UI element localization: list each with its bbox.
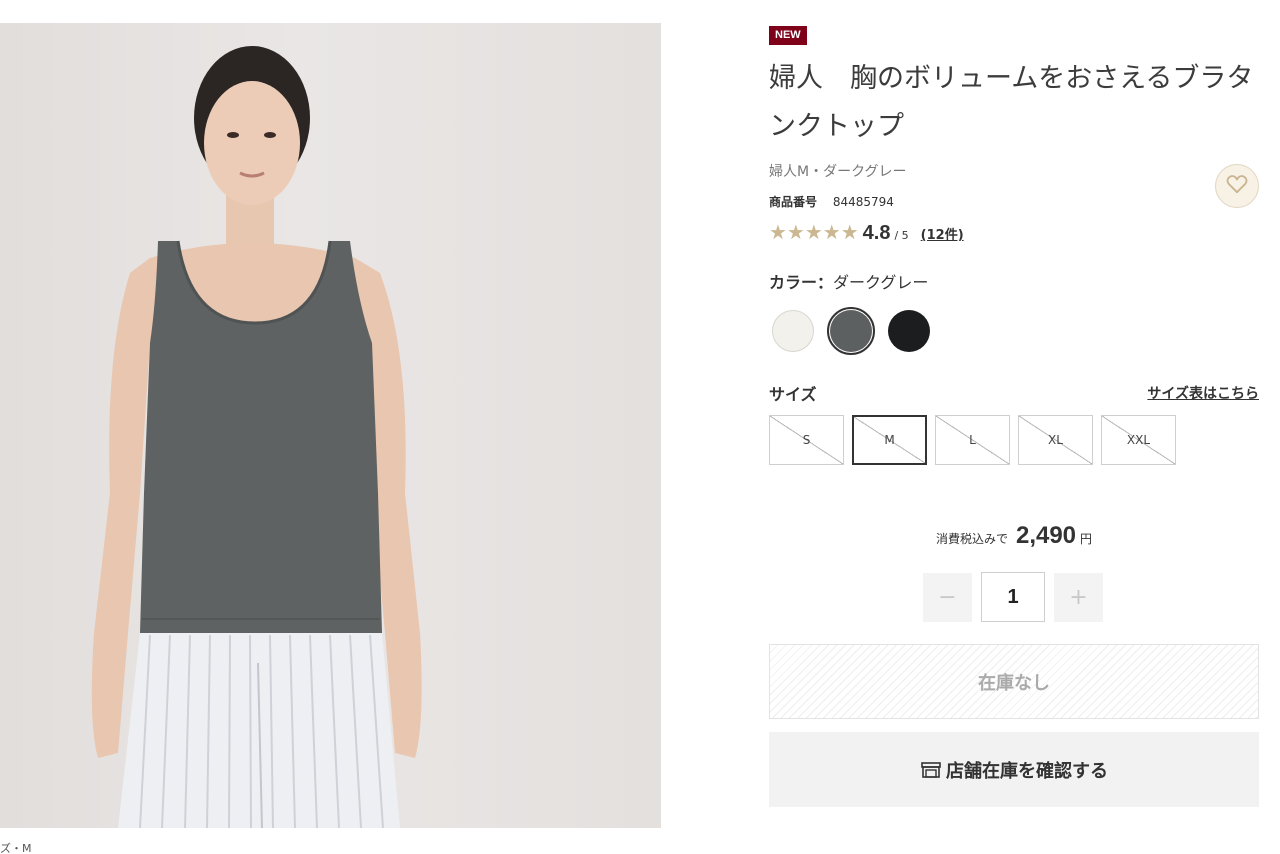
check-store-stock-button[interactable]: 店舗在庫を確認する	[769, 732, 1259, 807]
out-of-stock-button[interactable]: 在庫なし	[769, 644, 1259, 719]
favorite-button[interactable]	[1215, 164, 1259, 208]
check-store-stock-label: 店舗在庫を確認する	[946, 760, 1108, 782]
size-option-l[interactable]: L	[935, 415, 1010, 465]
photo-size-caption: ズ・M	[0, 842, 32, 854]
variant-text: 婦人M・ダークグレー	[769, 164, 907, 180]
swatch-dot	[830, 310, 872, 352]
color-swatch-white[interactable]	[769, 307, 817, 355]
product-code: 商品番号 84485794	[769, 193, 1259, 210]
size-options: S M L XL XXL	[769, 415, 1184, 465]
price: 消費税込みで 2,490 円	[769, 522, 1259, 550]
product-title: 婦人 胸のボリュームをおさえるブラタンクトップ	[769, 63, 1254, 142]
color-swatches	[769, 307, 943, 355]
quantity-input[interactable]	[981, 572, 1045, 622]
swatch-dot	[772, 310, 814, 352]
quantity-decrease-button[interactable]: −	[923, 572, 972, 622]
selected-color-name: ダークグレー	[833, 273, 929, 292]
quantity-stepper: − +	[923, 572, 1103, 622]
size-option-xl[interactable]: XL	[1018, 415, 1093, 465]
model-illustration	[91, 46, 422, 828]
price-prefix: 消費税込みで	[935, 532, 1008, 546]
quantity-increase-button[interactable]: +	[1054, 572, 1103, 622]
rating: ★★★★★ 4.8 / 5 (12件)	[769, 220, 1259, 245]
size-option-m[interactable]: M	[852, 415, 927, 465]
size-option-s[interactable]: S	[769, 415, 844, 465]
swatch-dot	[888, 310, 930, 352]
color-swatch-dark-gray[interactable]	[827, 307, 875, 355]
review-count-link[interactable]: (12件)	[921, 224, 964, 243]
product-code-label: 商品番号	[769, 195, 818, 209]
size-label: サイズ	[769, 385, 817, 404]
size-heading: サイズ サイズ表はこちら	[769, 381, 1259, 405]
size-option-xxl[interactable]: XXL	[1101, 415, 1176, 465]
product-code-value: 84485794	[832, 195, 894, 209]
new-badge: NEW	[769, 26, 807, 45]
product-photo[interactable]	[0, 23, 661, 828]
product-info: NEW 婦人 胸のボリュームをおさえるブラタンクトップ 婦人M・ダークグレー 商…	[769, 23, 1259, 245]
price-unit: 円	[1080, 532, 1093, 546]
heart-icon	[1226, 174, 1248, 198]
store-icon	[920, 760, 942, 780]
rating-max: / 5	[894, 229, 909, 242]
price-value: 2,490	[1015, 522, 1077, 549]
color-heading: カラー：ダークグレー	[769, 269, 928, 293]
rating-value: 4.8	[862, 222, 891, 244]
color-label: カラー：	[769, 273, 834, 292]
rating-stars: ★★★★★	[769, 220, 859, 244]
size-chart-link[interactable]: サイズ表はこちら	[1147, 383, 1259, 403]
color-swatch-black[interactable]	[885, 307, 933, 355]
